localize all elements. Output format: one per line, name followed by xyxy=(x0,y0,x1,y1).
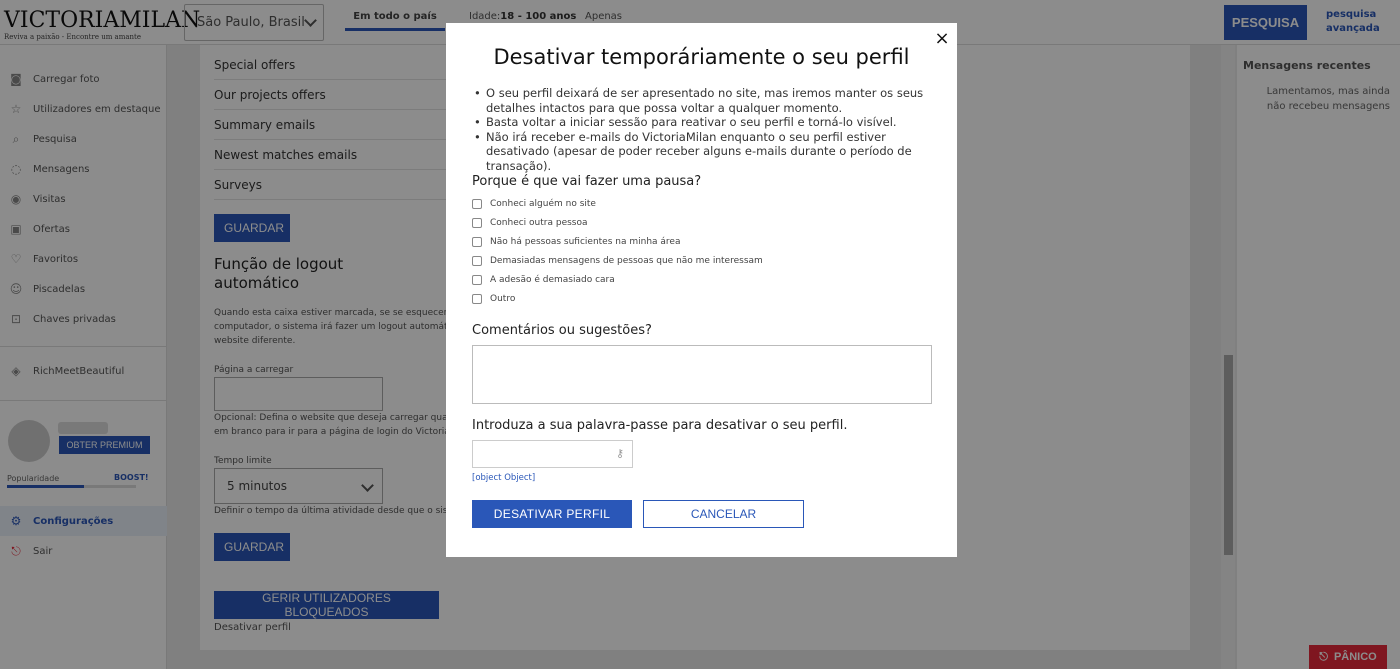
object-link[interactable]: [object Object] xyxy=(472,473,535,483)
pause-reason-question: Porque é que vai fazer uma pausa? xyxy=(472,174,702,189)
comments-textarea[interactable] xyxy=(472,345,932,404)
reason-option[interactable]: Demasiadas mensagens de pessoas que não … xyxy=(472,254,763,268)
reason-checkbox[interactable] xyxy=(472,199,482,209)
reason-label: Conheci outra pessoa xyxy=(490,218,588,228)
key-icon: ⚷ xyxy=(616,447,625,460)
reason-checkbox[interactable] xyxy=(472,275,482,285)
password-label: Introduza a sua palavra-passe para desat… xyxy=(472,418,848,433)
modal-title: Desativar temporáriamente o seu perfil xyxy=(493,45,910,69)
reason-option[interactable]: A adesão é demasiado cara xyxy=(472,273,615,287)
reason-option[interactable]: Não há pessoas suficientes na minha área xyxy=(472,235,680,249)
info-item: O seu perfil deixará de ser apresentado … xyxy=(474,86,934,115)
reason-checkbox[interactable] xyxy=(472,237,482,247)
reason-label: Demasiadas mensagens de pessoas que não … xyxy=(490,256,763,266)
reason-label: Outro xyxy=(490,294,516,304)
reason-label: Conheci alguém no site xyxy=(490,199,596,209)
info-item: Não irá receber e-mails do VictoriaMilan… xyxy=(474,130,934,174)
info-item: Basta voltar a iniciar sessão para reati… xyxy=(474,115,934,130)
reason-checkbox[interactable] xyxy=(472,294,482,304)
deactivate-profile-modal: × Desativar temporáriamente o seu perfil… xyxy=(446,23,957,557)
cancel-button[interactable]: CANCELAR xyxy=(643,500,804,528)
reason-option[interactable]: Outro xyxy=(472,292,515,306)
comments-label: Comentários ou sugestões? xyxy=(472,323,652,338)
deactivate-profile-button[interactable]: DESATIVAR PERFIL xyxy=(472,500,632,528)
reason-label: A adesão é demasiado cara xyxy=(490,275,615,285)
reason-option[interactable]: Conheci outra pessoa xyxy=(472,216,588,230)
password-input[interactable]: ⚷ xyxy=(472,440,633,468)
reason-label: Não há pessoas suficientes na minha área xyxy=(490,237,681,247)
reason-checkbox[interactable] xyxy=(472,256,482,266)
reason-option[interactable]: Conheci alguém no site xyxy=(472,197,596,211)
reason-checkbox[interactable] xyxy=(472,218,482,228)
info-list: O seu perfil deixará de ser apresentado … xyxy=(474,86,934,174)
